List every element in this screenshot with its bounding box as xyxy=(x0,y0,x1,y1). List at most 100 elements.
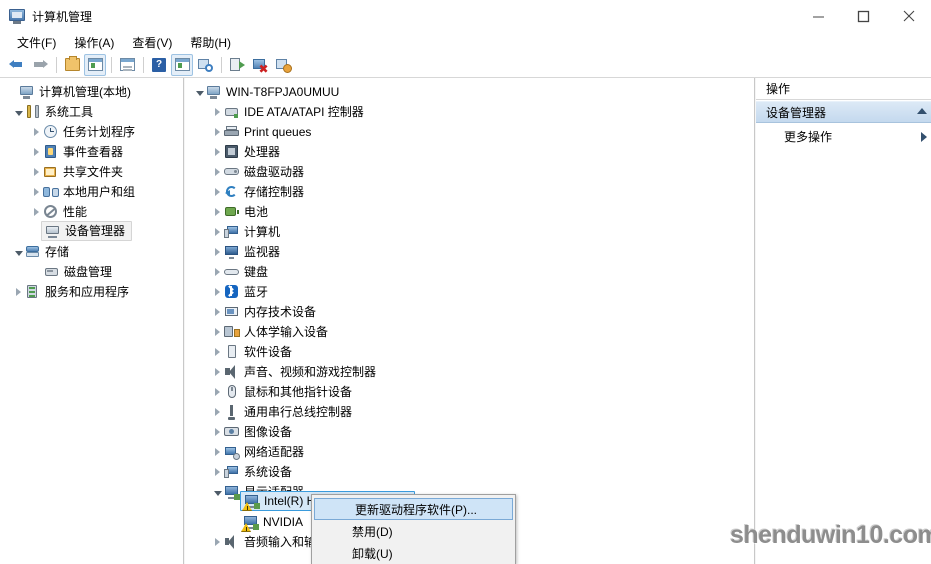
expander[interactable] xyxy=(211,302,224,322)
device-node-imaging-devices[interactable]: 图像设备 xyxy=(211,422,292,442)
storage-controller-icon xyxy=(224,184,240,200)
actions-section-device-manager[interactable]: 设备管理器 xyxy=(756,101,931,123)
maximize-button[interactable] xyxy=(841,0,886,32)
context-menu-item-update-driver[interactable]: 更新驱动程序软件(P)... xyxy=(314,498,513,520)
sidebar-item-label: 事件查看器 xyxy=(63,145,124,159)
device-node-usb-controllers[interactable]: 通用串行总线控制器 xyxy=(211,402,352,422)
sound-video-icon xyxy=(224,364,240,380)
uninstall-device-button[interactable] xyxy=(272,54,294,76)
device-tree-root[interactable]: WIN-T8FPJA0UMUU xyxy=(193,82,339,102)
expander[interactable] xyxy=(30,122,43,142)
device-node-keyboards[interactable]: 键盘 xyxy=(211,262,268,282)
device-node-print-queues[interactable]: Print queues xyxy=(211,122,311,142)
device-node-computer[interactable]: 计算机 xyxy=(211,222,280,242)
device-node-mice[interactable]: 鼠标和其他指针设备 xyxy=(211,382,352,402)
expander[interactable] xyxy=(211,322,224,342)
expander[interactable] xyxy=(30,202,43,222)
sidebar-item-local-users[interactable]: 本地用户和组 xyxy=(30,182,135,202)
sidebar-item-device-manager[interactable]: 设备管理器 xyxy=(41,221,133,241)
expander[interactable] xyxy=(211,462,224,482)
device-node-ide[interactable]: IDE ATA/ATAPI 控制器 xyxy=(211,102,364,122)
show-pane-button[interactable] xyxy=(171,53,193,76)
expander[interactable] xyxy=(211,182,224,202)
menu-help[interactable]: 帮助(H) xyxy=(181,32,240,53)
device-node-network-adapters[interactable]: 网络适配器 xyxy=(211,442,304,462)
menu-action[interactable]: 操作(A) xyxy=(65,32,123,53)
console-root[interactable]: 计算机管理(本地) xyxy=(6,82,131,102)
sidebar-item-shared-folders[interactable]: 共享文件夹 xyxy=(30,162,123,182)
up-folder-button[interactable] xyxy=(61,54,83,76)
properties-button[interactable] xyxy=(116,54,138,76)
expander[interactable] xyxy=(211,162,224,182)
expander-open[interactable] xyxy=(211,482,224,502)
expander[interactable] xyxy=(6,82,19,102)
expander[interactable] xyxy=(12,282,25,302)
expander-open[interactable] xyxy=(193,82,206,102)
device-node-system-devices[interactable]: 系统设备 xyxy=(211,462,292,482)
expander[interactable] xyxy=(211,422,224,442)
device-item-nvidia[interactable]: NVIDIA xyxy=(241,512,303,532)
expander[interactable] xyxy=(211,382,224,402)
device-node-batteries[interactable]: 电池 xyxy=(211,202,268,222)
expander[interactable] xyxy=(211,142,224,162)
sidebar-item-disk-management[interactable]: 磁盘管理 xyxy=(44,262,112,282)
expander[interactable] xyxy=(211,282,224,302)
device-node-label: 处理器 xyxy=(244,145,281,159)
disable-device-button[interactable]: ✖ xyxy=(249,54,271,76)
sidebar-item-label: 存储 xyxy=(45,245,70,259)
menu-file[interactable]: 文件(F) xyxy=(8,32,65,53)
sidebar-item-performance[interactable]: 性能 xyxy=(30,202,87,222)
sidebar-item-services-apps[interactable]: 服务和应用程序 xyxy=(12,282,129,302)
sidebar-item-storage[interactable]: 存储 xyxy=(12,242,69,262)
expander[interactable] xyxy=(211,222,224,242)
context-menu-item-disable[interactable]: 禁用(D) xyxy=(312,520,515,542)
expander-open[interactable] xyxy=(12,242,25,262)
close-button[interactable] xyxy=(886,0,931,32)
console-tree-panel[interactable]: 计算机管理(本地) 系统工具 任务计划程序 事件查看器 共享文件夹 本地用户和组… xyxy=(0,78,184,564)
device-node-monitors[interactable]: 监视器 xyxy=(211,242,280,262)
chevron-right-icon[interactable] xyxy=(921,132,927,142)
forward-button[interactable] xyxy=(29,54,51,76)
disable-device-icon: ✖ xyxy=(252,58,269,75)
expander[interactable] xyxy=(211,102,224,122)
device-node-label: 通用串行总线控制器 xyxy=(244,405,353,419)
more-actions-item[interactable]: 更多操作 xyxy=(756,126,931,146)
expander[interactable] xyxy=(211,262,224,282)
sidebar-item-task-scheduler[interactable]: 任务计划程序 xyxy=(30,122,135,142)
help-button[interactable]: ? xyxy=(148,54,170,76)
show-hide-tree-button[interactable] xyxy=(84,53,106,76)
device-node-disk-drives[interactable]: 磁盘驱动器 xyxy=(211,162,304,182)
device-node-sound-video-game[interactable]: 声音、视频和游戏控制器 xyxy=(211,362,376,382)
context-menu[interactable]: 更新驱动程序软件(P)... 禁用(D) 卸载(U) xyxy=(311,494,516,564)
back-button[interactable] xyxy=(6,54,28,76)
expander[interactable] xyxy=(211,402,224,422)
device-node-storage-controllers[interactable]: 存储控制器 xyxy=(211,182,304,202)
menu-view[interactable]: 查看(V) xyxy=(123,32,181,53)
expander[interactable] xyxy=(30,162,43,182)
device-node-software-devices[interactable]: 软件设备 xyxy=(211,342,292,362)
expander[interactable] xyxy=(211,532,224,552)
expander-open[interactable] xyxy=(12,102,25,122)
device-tree-panel[interactable]: WIN-T8FPJA0UMUU IDE ATA/ATAPI 控制器 Print … xyxy=(185,78,755,564)
device-node-hid[interactable]: 人体学输入设备 xyxy=(211,322,328,342)
scan-hardware-button[interactable] xyxy=(194,54,216,76)
sidebar-item-label: 磁盘管理 xyxy=(64,265,113,279)
expander[interactable] xyxy=(211,122,224,142)
expander[interactable] xyxy=(211,342,224,362)
expander[interactable] xyxy=(211,202,224,222)
expander[interactable] xyxy=(211,242,224,262)
expander[interactable] xyxy=(211,442,224,462)
device-node-processors[interactable]: 处理器 xyxy=(211,142,280,162)
device-node-bluetooth[interactable]: 蓝牙 xyxy=(211,282,268,302)
expander[interactable] xyxy=(211,362,224,382)
update-driver-button[interactable] xyxy=(226,54,248,76)
event-viewer-icon xyxy=(43,144,59,160)
minimize-button[interactable] xyxy=(796,0,841,32)
expander[interactable] xyxy=(30,182,43,202)
context-menu-item-uninstall[interactable]: 卸载(U) xyxy=(312,542,515,564)
chevron-up-icon[interactable] xyxy=(917,108,927,114)
expander[interactable] xyxy=(30,142,43,162)
sidebar-item-system-tools[interactable]: 系统工具 xyxy=(12,102,93,122)
sidebar-item-event-viewer[interactable]: 事件查看器 xyxy=(30,142,123,162)
device-node-memory-technology[interactable]: 内存技术设备 xyxy=(211,302,316,322)
